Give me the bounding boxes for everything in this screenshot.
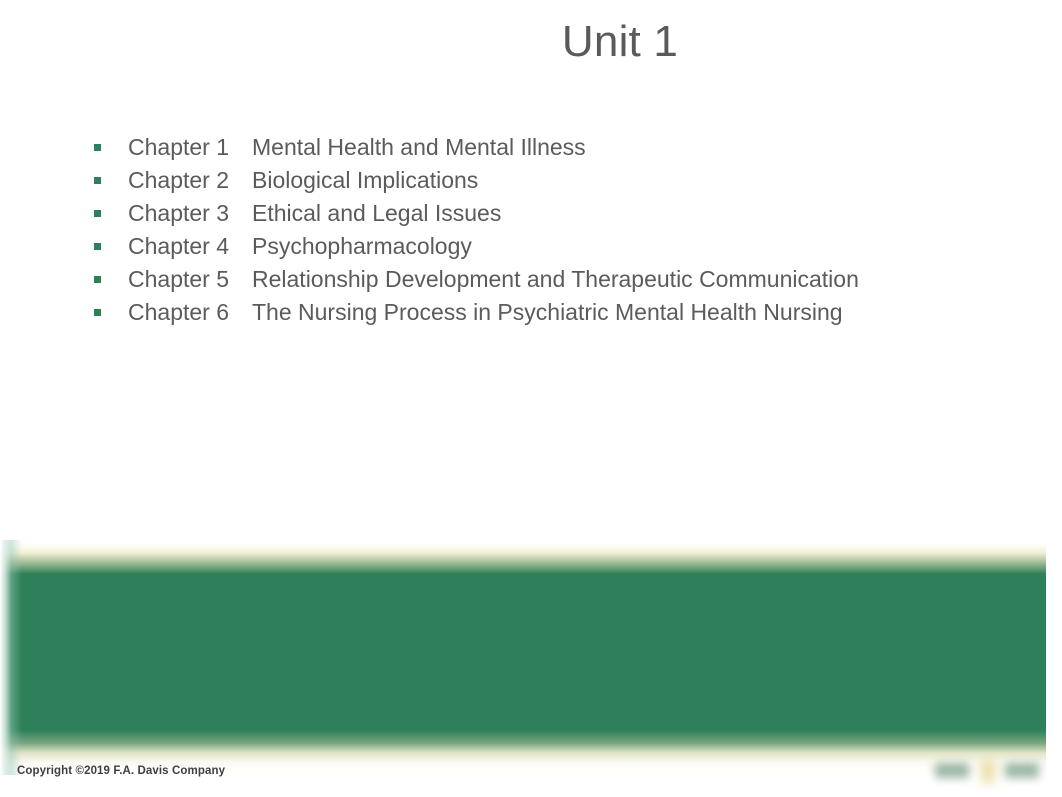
chapter-title-label: Mental Health and Mental Illness (252, 134, 586, 160)
square-bullet-icon (94, 210, 101, 217)
square-bullet-icon (94, 309, 101, 316)
logo-block-left (935, 763, 969, 778)
list-item: Chapter 3 Ethical and Legal Issues (94, 197, 994, 230)
list-item: Chapter 5 Relationship Development and T… (94, 263, 994, 296)
chapter-number-label: Chapter 2 (128, 167, 230, 193)
chapter-title-label: Psychopharmacology (252, 233, 472, 259)
page-title: Unit 1 (561, 17, 679, 66)
chapter-number-label: Chapter 3 (128, 200, 230, 226)
square-bullet-icon (94, 243, 101, 250)
list-item: Chapter 2 Biological Implications (94, 164, 994, 197)
fa-davis-company-logo (929, 752, 1047, 792)
list-item: Chapter 1 Mental Health and Mental Illne… (94, 131, 994, 164)
footer-left-edge-fade (0, 540, 22, 775)
chapter-number-label: Chapter 4 (128, 233, 230, 259)
chapter-title-label: Biological Implications (252, 167, 479, 193)
list-item: Chapter 6 The Nursing Process in Psychia… (94, 296, 994, 329)
chapter-title-label: Relationship Development and Therapeutic… (252, 266, 859, 292)
logo-block-right (1005, 763, 1039, 778)
logo-gold-mark-icon (977, 754, 999, 788)
chapter-number-label: Chapter 1 (128, 134, 230, 160)
chapter-number-label: Chapter 5 (128, 266, 230, 292)
footer-green-gradient (0, 540, 1046, 775)
chapter-title-label: Ethical and Legal Issues (252, 200, 502, 226)
slide-canvas: Unit 1 Chapter 1 Mental Health and Menta… (0, 0, 1062, 797)
square-bullet-icon (94, 177, 101, 184)
chapter-title-label: The Nursing Process in Psychiatric Menta… (252, 299, 843, 325)
list-item: Chapter 4 Psychopharmacology (94, 230, 994, 263)
square-bullet-icon (94, 144, 101, 151)
footer-decoration-band (0, 540, 1046, 775)
chapter-number-label: Chapter 6 (128, 299, 230, 325)
square-bullet-icon (94, 276, 101, 283)
copyright-notice: Copyright ©2019 F.A. Davis Company (17, 765, 226, 777)
chapter-list: Chapter 1 Mental Health and Mental Illne… (94, 131, 994, 329)
